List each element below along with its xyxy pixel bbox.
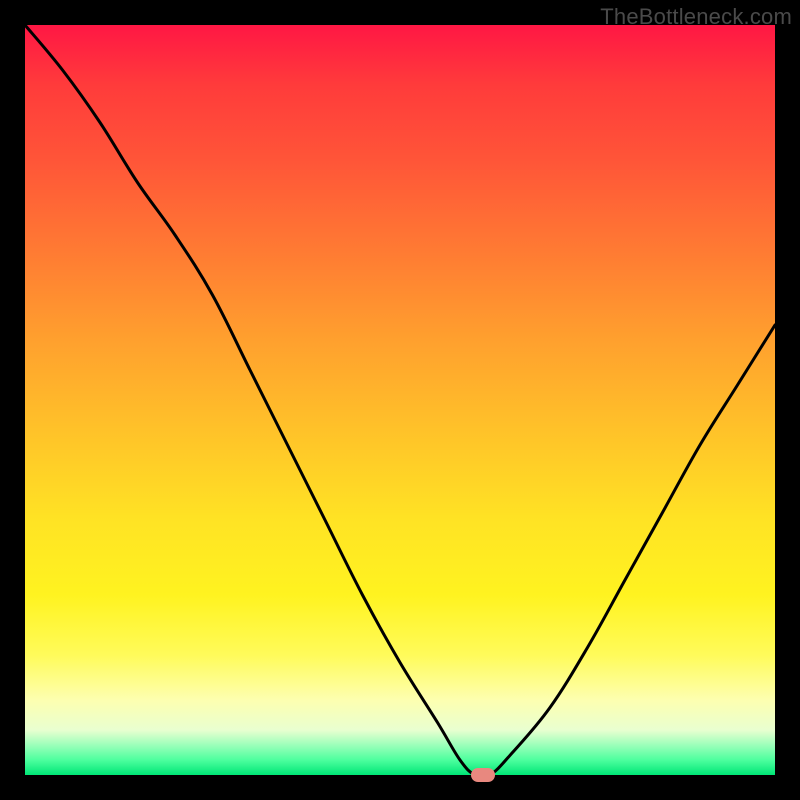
watermark-text: TheBottleneck.com	[600, 4, 792, 30]
plot-area	[25, 25, 775, 775]
chart-frame: TheBottleneck.com	[0, 0, 800, 800]
bottleneck-curve	[25, 25, 775, 775]
minimum-marker	[471, 768, 495, 782]
